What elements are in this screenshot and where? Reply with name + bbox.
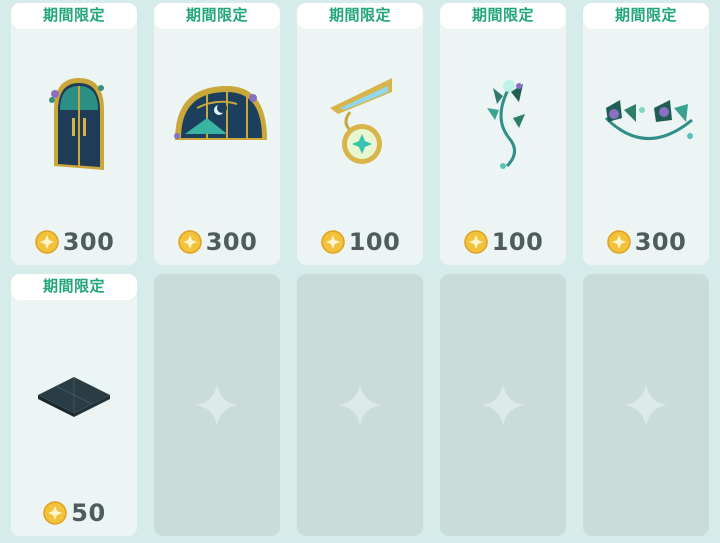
shop-item-card[interactable]: 期間限定 100 <box>440 3 566 265</box>
coin-icon <box>463 229 489 255</box>
price-value: 300 <box>62 228 115 256</box>
coin-icon <box>320 229 346 255</box>
price-tag: 300 <box>583 228 709 256</box>
coin-icon <box>42 500 68 526</box>
empty-slot <box>154 274 280 536</box>
sparkle-placeholder-icon <box>623 382 669 428</box>
price-tag: 300 <box>154 228 280 256</box>
price-value: 300 <box>205 228 258 256</box>
shop-item-card[interactable]: 期間限定 100 <box>297 3 423 265</box>
limited-time-badge: 期間限定 <box>11 3 137 29</box>
coin-icon <box>34 229 60 255</box>
sparkle-placeholder-icon <box>337 382 383 428</box>
limited-time-badge: 期間限定 <box>440 3 566 29</box>
limited-time-badge: 期間限定 <box>154 3 280 29</box>
price-value: 100 <box>348 228 401 256</box>
price-tag: 50 <box>11 499 137 527</box>
dark-floor-tile-icon <box>24 319 124 459</box>
coin-icon <box>606 229 632 255</box>
shop-item-card[interactable]: 期間限定 300 <box>154 3 280 265</box>
price-tag: 300 <box>11 228 137 256</box>
shop-item-card[interactable]: 期間限定 300 <box>11 3 137 265</box>
flower-garland-icon <box>596 48 696 188</box>
half-moon-window-icon <box>167 48 267 188</box>
limited-time-badge: 期間限定 <box>583 3 709 29</box>
arched-door-icon <box>24 48 124 188</box>
empty-slot <box>297 274 423 536</box>
hanging-sign-icon <box>310 48 410 188</box>
sparkle-placeholder-icon <box>480 382 526 428</box>
price-tag: 100 <box>440 228 566 256</box>
limited-time-badge: 期間限定 <box>11 274 137 300</box>
price-value: 100 <box>491 228 544 256</box>
ivy-vine-icon <box>453 48 553 188</box>
shop-item-card[interactable]: 期間限定 50 <box>11 274 137 536</box>
price-value: 300 <box>634 228 687 256</box>
empty-slot <box>440 274 566 536</box>
limited-time-badge: 期間限定 <box>297 3 423 29</box>
coin-icon <box>177 229 203 255</box>
price-value: 50 <box>71 499 106 527</box>
shop-item-card[interactable]: 期間限定 300 <box>583 3 709 265</box>
empty-slot <box>583 274 709 536</box>
price-tag: 100 <box>297 228 423 256</box>
sparkle-placeholder-icon <box>194 382 240 428</box>
